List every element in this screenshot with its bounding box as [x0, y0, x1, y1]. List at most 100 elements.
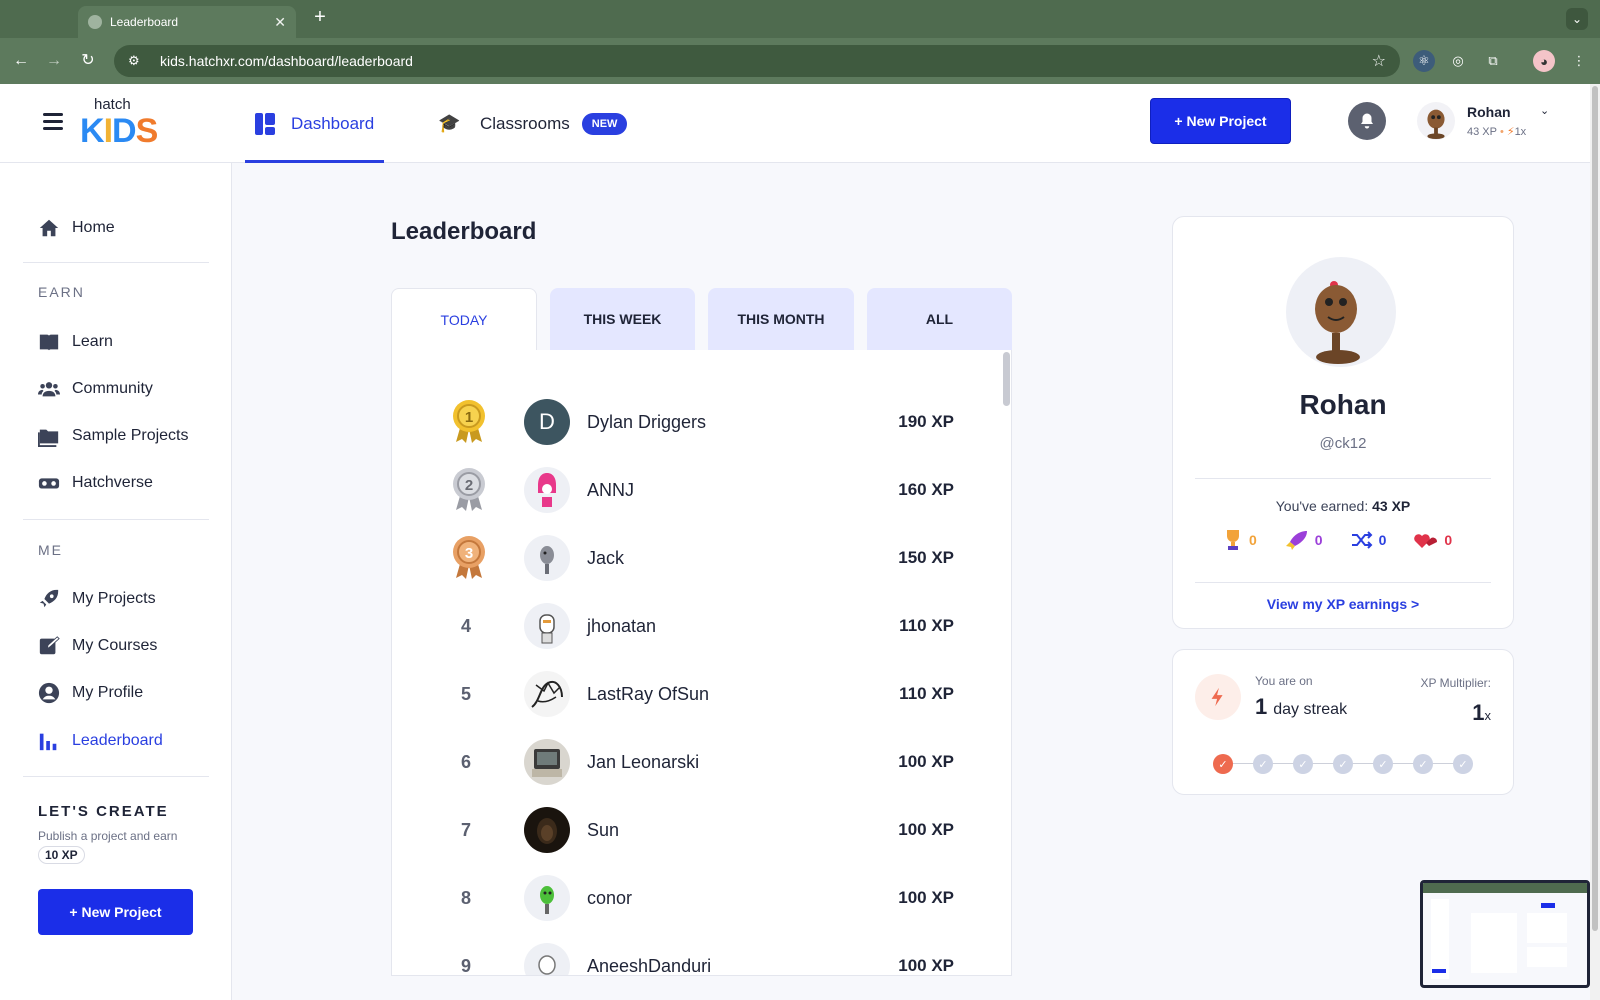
- nav-tab-label: Dashboard: [291, 113, 375, 133]
- sidebar: Home EARN Learn Community Sample Project…: [0, 163, 232, 1000]
- bolt-icon: ⚡: [1506, 126, 1515, 138]
- sidebar-new-project-button[interactable]: + New Project: [38, 889, 193, 935]
- extensions-puzzle-icon[interactable]: ⧉: [1482, 50, 1504, 72]
- view-xp-earnings-link[interactable]: View my XP earnings >: [1173, 596, 1513, 612]
- player-name[interactable]: Sun: [587, 800, 619, 860]
- player-name[interactable]: Dylan Driggers: [587, 392, 706, 452]
- site-settings-icon[interactable]: ⚙: [128, 53, 144, 69]
- edit-square-icon: [38, 635, 60, 657]
- logo-small-text: hatch: [94, 96, 131, 113]
- screen-share-thumbnail[interactable]: [1420, 880, 1590, 988]
- react-extension-icon[interactable]: ⚛: [1413, 50, 1435, 72]
- player-xp: 150 XP: [898, 548, 954, 567]
- me-section-label: ME: [38, 542, 63, 558]
- table-row[interactable]: 7 Sun 100 XP: [392, 800, 992, 860]
- close-tab-icon[interactable]: ✕: [274, 14, 286, 31]
- tab-this-week[interactable]: THIS WEEK: [550, 288, 695, 350]
- sidebar-item-my-profile[interactable]: My Profile: [38, 679, 143, 707]
- tab-this-month[interactable]: THIS MONTH: [708, 288, 854, 350]
- nav-tab-dashboard[interactable]: Dashboard: [244, 84, 385, 163]
- streak-day-pending-icon: ✓: [1253, 754, 1273, 774]
- new-tab-button[interactable]: +: [308, 6, 332, 32]
- address-bar[interactable]: ⚙ kids.hatchxr.com/dashboard/leaderboard…: [114, 45, 1400, 77]
- back-icon[interactable]: ←: [10, 50, 32, 72]
- extension-circle-icon[interactable]: ◎: [1447, 50, 1469, 72]
- streak-day-pending-icon: ✓: [1333, 754, 1353, 774]
- player-name[interactable]: AneeshDanduri: [587, 936, 711, 976]
- tab-today[interactable]: TODAY: [391, 288, 537, 350]
- avatar: [524, 875, 570, 921]
- player-xp: 100 XP: [898, 752, 954, 771]
- page-scrollbar[interactable]: [1590, 84, 1600, 1000]
- sidebar-item-my-projects[interactable]: My Projects: [38, 585, 156, 613]
- player-name[interactable]: ANNJ: [587, 460, 634, 520]
- player-name[interactable]: jhonatan: [587, 596, 656, 656]
- avatar: [524, 603, 570, 649]
- table-row[interactable]: 4 jhonatan 110 XP: [392, 596, 992, 656]
- silver-medal-icon: 2: [453, 468, 485, 511]
- avatar: D: [524, 399, 570, 445]
- bar-chart-icon: [38, 730, 60, 752]
- player-name[interactable]: Jan Leonarski: [587, 732, 699, 792]
- xp-earned-text: You've earned: 43 XP: [1275, 498, 1411, 514]
- streak-label: You are on: [1255, 674, 1313, 688]
- player-xp: 110 XP: [899, 684, 954, 703]
- gold-medal-icon: 1: [453, 400, 485, 443]
- browser-tab-bar: Leaderboard ✕ + ⌄: [0, 0, 1600, 38]
- shuffle-icon: [1351, 531, 1373, 549]
- rocket-icon: [1285, 531, 1307, 550]
- page-title: Leaderboard: [391, 218, 537, 245]
- reload-icon[interactable]: ↻: [77, 50, 99, 72]
- leaderboard-list[interactable]: 1 D Dylan Driggers 190 XP 2 ANNJ 160 XP …: [391, 350, 1012, 976]
- avatar: [524, 739, 570, 785]
- trophy-badge: 0: [1223, 529, 1257, 551]
- sidebar-item-community[interactable]: Community: [38, 375, 153, 403]
- bookmark-star-icon[interactable]: ☆: [1372, 51, 1386, 71]
- globe-icon: [88, 15, 102, 29]
- table-row[interactable]: 5 LastRay OfSun 110 XP: [392, 664, 992, 724]
- sidebar-item-hatchverse[interactable]: Hatchverse: [38, 469, 153, 497]
- table-row[interactable]: 3 Jack 150 XP: [392, 528, 992, 588]
- user-name[interactable]: Rohan: [1467, 104, 1511, 120]
- user-avatar[interactable]: [1417, 102, 1455, 140]
- vr-headset-icon: [38, 472, 60, 494]
- player-xp: 190 XP: [898, 412, 954, 431]
- sidebar-item-sample-projects[interactable]: Sample Projects: [38, 422, 189, 450]
- table-row[interactable]: 9 AneeshDanduri 100 XP: [392, 936, 992, 976]
- menu-icon[interactable]: [43, 113, 63, 131]
- player-name[interactable]: Jack: [587, 528, 624, 588]
- rank-number: 7: [460, 819, 471, 840]
- dashboard-icon: [255, 112, 275, 135]
- nav-tab-classrooms[interactable]: 🎓 Classrooms NEW: [438, 84, 628, 163]
- svg-text:1: 1: [465, 409, 473, 426]
- chevron-down-icon[interactable]: ⌄: [1540, 104, 1549, 117]
- new-project-button[interactable]: + New Project: [1150, 98, 1291, 144]
- hatch-kids-logo[interactable]: hatch KIDS: [80, 96, 162, 150]
- player-name[interactable]: LastRay OfSun: [587, 664, 709, 724]
- sidebar-item-home[interactable]: Home: [38, 214, 115, 242]
- streak-day-pending-icon: ✓: [1373, 754, 1393, 774]
- streak-day-pending-icon: ✓: [1453, 754, 1473, 774]
- browser-menu-icon[interactable]: ⋮: [1568, 50, 1590, 72]
- tab-search-button[interactable]: ⌄: [1566, 8, 1588, 30]
- table-row[interactable]: 8 conor 100 XP: [392, 868, 992, 928]
- notifications-bell-icon[interactable]: [1348, 102, 1386, 140]
- url-text: kids.hatchxr.com/dashboard/leaderboard: [160, 53, 413, 69]
- badge-counts: 0 0 0 0: [1223, 529, 1452, 551]
- table-row[interactable]: 1 D Dylan Driggers 190 XP: [392, 392, 992, 452]
- profile-avatar-icon[interactable]: ◕: [1533, 50, 1555, 72]
- browser-tab[interactable]: Leaderboard ✕: [78, 6, 296, 38]
- avatar: [524, 807, 570, 853]
- hearts-icon: [1414, 534, 1438, 548]
- leaderboard-scrollbar[interactable]: [1003, 352, 1010, 406]
- sidebar-item-leaderboard[interactable]: Leaderboard: [38, 727, 163, 755]
- table-row[interactable]: 6 Jan Leonarski 100 XP: [392, 732, 992, 792]
- table-row[interactable]: 2 ANNJ 160 XP: [392, 460, 992, 520]
- sidebar-item-learn[interactable]: Learn: [38, 328, 113, 356]
- forward-icon[interactable]: →: [43, 50, 65, 72]
- sidebar-item-my-courses[interactable]: My Courses: [38, 632, 157, 660]
- player-name[interactable]: conor: [587, 868, 632, 928]
- trophy-icon: [1227, 530, 1239, 550]
- users-icon: [38, 378, 60, 400]
- tab-all[interactable]: ALL: [867, 288, 1012, 350]
